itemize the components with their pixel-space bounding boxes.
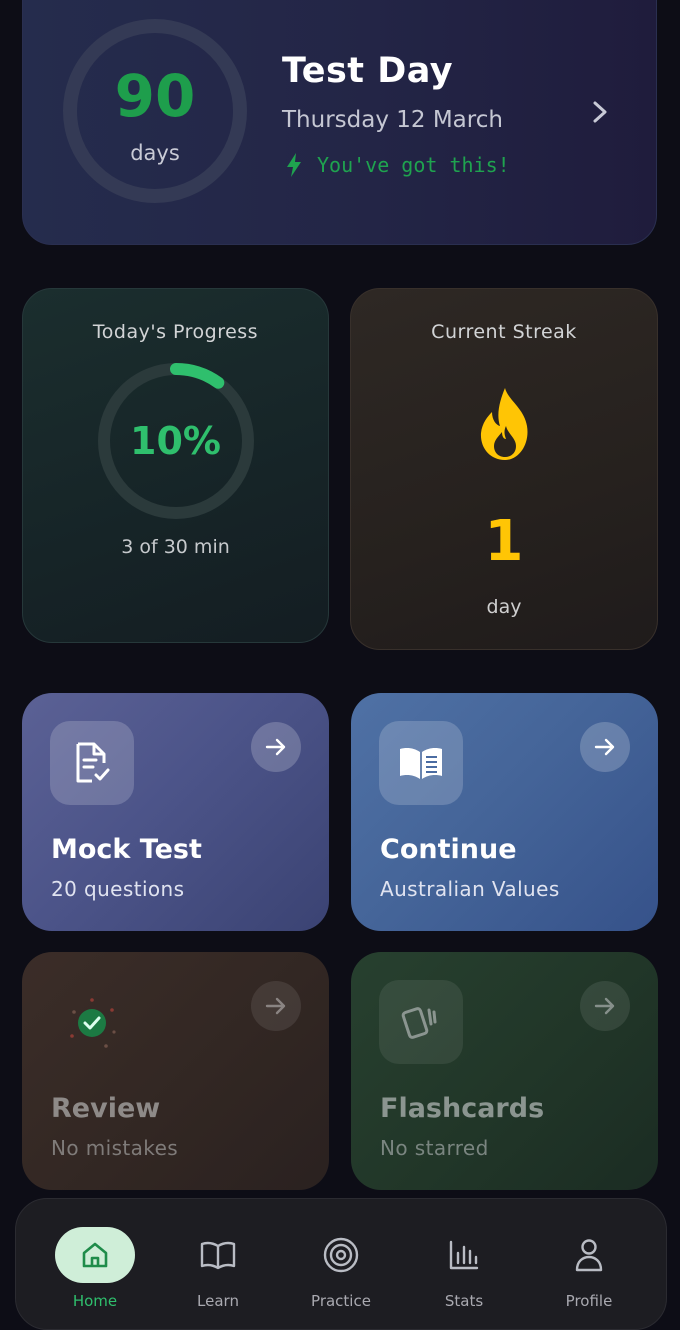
progress-minutes: 3 of 30 min bbox=[121, 536, 230, 558]
continue-arrow-button[interactable] bbox=[580, 722, 630, 772]
chevron-right-icon[interactable] bbox=[589, 99, 611, 125]
progress-percent: 10% bbox=[130, 419, 221, 463]
nav-stats-label[interactable]: Stats bbox=[414, 1292, 514, 1310]
review-arrow-button[interactable] bbox=[251, 981, 301, 1031]
bottom-navigation: Home Learn Practice Stats Profile bbox=[15, 1198, 667, 1330]
continue-card[interactable]: Continue Australian Values bbox=[351, 693, 658, 931]
home-icon bbox=[82, 1242, 108, 1268]
target-icon bbox=[323, 1237, 359, 1273]
nav-stats[interactable] bbox=[424, 1227, 504, 1283]
todays-progress-card[interactable]: Today's Progress 10% 3 of 30 min bbox=[22, 288, 329, 643]
flashcards-card[interactable]: Flashcards No starred bbox=[351, 952, 658, 1190]
test-day-title: Test Day bbox=[282, 51, 454, 91]
nav-learn[interactable] bbox=[178, 1227, 258, 1283]
continue-icon-tile bbox=[379, 721, 463, 805]
bar-chart-icon bbox=[449, 1240, 479, 1270]
nav-home-label[interactable]: Home bbox=[45, 1292, 145, 1310]
flashcards-arrow-button[interactable] bbox=[580, 981, 630, 1031]
mock-test-card[interactable]: Mock Test 20 questions bbox=[22, 693, 329, 931]
cards-icon bbox=[401, 1007, 437, 1039]
flashcards-title: Flashcards bbox=[380, 1093, 545, 1124]
motivation-text: You've got this! bbox=[317, 153, 510, 177]
person-icon bbox=[575, 1239, 603, 1272]
streak-unit: day bbox=[486, 596, 522, 618]
mock-test-arrow-button[interactable] bbox=[251, 722, 301, 772]
review-subtitle: No mistakes bbox=[51, 1136, 179, 1160]
open-book-icon bbox=[400, 748, 442, 779]
mock-test-title: Mock Test bbox=[51, 834, 202, 865]
review-card[interactable]: Review No mistakes bbox=[22, 952, 329, 1190]
arrow-right-icon bbox=[594, 997, 615, 1015]
nav-profile-label[interactable]: Profile bbox=[539, 1292, 639, 1310]
lightning-icon bbox=[287, 153, 301, 177]
test-day-date: Thursday 12 March bbox=[282, 107, 503, 133]
continue-title: Continue bbox=[380, 834, 517, 865]
countdown-days-value: 90 bbox=[114, 62, 196, 130]
flame-icon bbox=[480, 388, 528, 460]
review-title: Review bbox=[51, 1093, 161, 1124]
arrow-right-icon bbox=[265, 738, 286, 756]
flashcards-subtitle: No starred bbox=[380, 1136, 489, 1160]
current-streak-card[interactable]: Current Streak 1 day bbox=[350, 288, 658, 650]
nav-practice[interactable] bbox=[301, 1227, 381, 1283]
book-icon bbox=[200, 1241, 236, 1270]
countdown-days-unit: days bbox=[130, 141, 180, 165]
flashcards-icon-tile bbox=[379, 980, 463, 1064]
motivation-row: You've got this! bbox=[287, 153, 510, 177]
streak-label: Current Streak bbox=[431, 321, 577, 343]
progress-label: Today's Progress bbox=[92, 321, 259, 343]
arrow-right-icon bbox=[265, 997, 286, 1015]
check-circle-icon bbox=[70, 998, 116, 1048]
arrow-right-icon bbox=[594, 738, 615, 756]
nav-home[interactable] bbox=[55, 1227, 135, 1283]
continue-subtitle: Australian Values bbox=[380, 877, 560, 901]
streak-value: 1 bbox=[484, 509, 524, 574]
test-day-card[interactable]: 90 days Test Day Thursday 12 March You'v… bbox=[22, 0, 657, 245]
nav-profile[interactable] bbox=[549, 1227, 629, 1283]
nav-learn-label[interactable]: Learn bbox=[168, 1292, 268, 1310]
nav-practice-label[interactable]: Practice bbox=[291, 1292, 391, 1310]
review-icon-tile bbox=[50, 980, 134, 1064]
mock-test-subtitle: 20 questions bbox=[51, 877, 185, 901]
mock-test-icon-tile bbox=[50, 721, 134, 805]
document-check-icon bbox=[76, 742, 110, 783]
